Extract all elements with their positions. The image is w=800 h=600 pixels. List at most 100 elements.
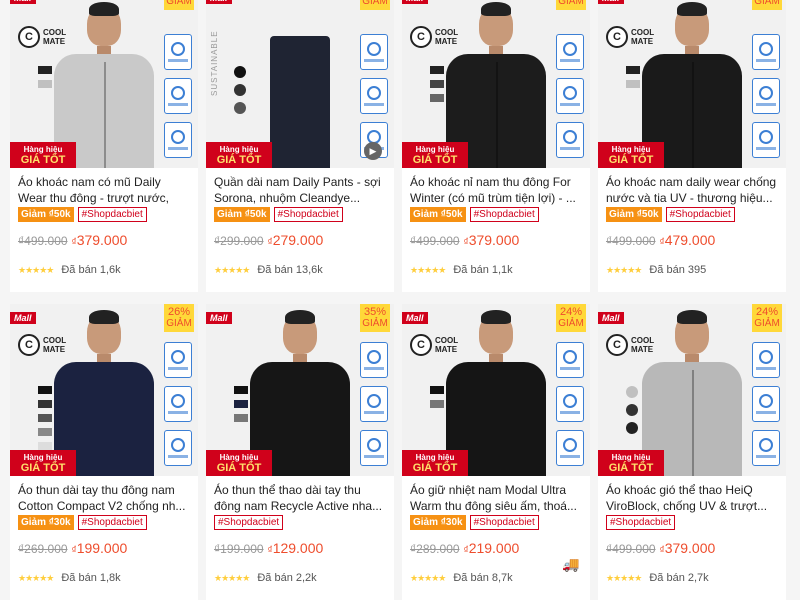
original-price: ₫499.000 <box>606 542 656 556</box>
sale-price: ₫379.000 <box>463 232 520 248</box>
exchange-badge-icon <box>752 386 780 422</box>
product-card[interactable]: Mall 26% GIẢM C COOL MATE Hàng hiệu GIÁ TỐ… <box>10 304 198 600</box>
genuine-badge-icon <box>556 430 584 466</box>
color-swatch <box>234 386 248 394</box>
product-title[interactable]: Áo thun thể thao dài tay thu đông nam Re… <box>214 482 386 514</box>
coolmate-logo: C COOL MATE <box>606 334 654 356</box>
genuine-badge-icon <box>752 430 780 466</box>
sold-count: Đã bán 8,7k <box>453 572 513 584</box>
brand-sale-banner: Hàng hiệu GIÁ TỐT <box>206 142 272 168</box>
mall-badge: Mall <box>402 0 428 4</box>
brand-sale-banner: Hàng hiệu GIÁ TỐT <box>10 450 76 476</box>
sale-price: ₫379.000 <box>71 232 128 248</box>
star-rating-icon: ★★★★★ <box>410 572 446 583</box>
discount-badge: 24% GIẢM <box>556 304 586 332</box>
product-tags: Giảm ₫50k #Shopdacbiet <box>410 207 539 222</box>
price-row: ₫299.000 ₫279.000 <box>214 232 323 248</box>
product-title[interactable]: Áo khoác nam có mũ Daily Wear thu đông -… <box>18 174 190 206</box>
hashtag-tag: #Shopdacbiet <box>469 515 539 530</box>
hashtag-tag: #Shopdacbiet <box>273 207 343 222</box>
return-badge-icon <box>752 342 780 378</box>
price-row: ₫269.000 ₫199.000 <box>18 540 127 556</box>
color-swatch <box>234 102 246 114</box>
exchange-badge-icon <box>556 386 584 422</box>
product-tags: Giảm ₫30k #Shopdacbiet <box>410 515 539 530</box>
product-title[interactable]: Áo khoác nam daily wear chống nước và ti… <box>606 174 778 206</box>
product-image: Mall GIẢM CCOOLMATE Hàng hiệu GIÁ TỐT <box>598 0 786 168</box>
product-tags: Giảm ₫50k #Shopdacbiet <box>18 207 147 222</box>
discount-voucher-tag: Giảm ₫30k <box>410 515 466 530</box>
product-image: Mall GIẢM SUSTAINABLE ▶ Hàng hiệu GIÁ TỐT <box>206 0 394 168</box>
original-price: ₫289.000 <box>410 542 460 556</box>
original-price: ₫299.000 <box>214 234 264 248</box>
color-swatch <box>234 414 248 422</box>
original-price: ₫199.000 <box>214 542 264 556</box>
product-image: Mall GIẢM CCOOLMATE Hàng hiệu GIÁ TỐT <box>10 0 198 168</box>
rating-row: ★★★★★ Đã bán 8,7k <box>410 572 513 584</box>
product-title[interactable]: Áo khoác nỉ nam thu đông For Winter (có … <box>410 174 582 206</box>
color-swatch <box>38 80 52 88</box>
color-swatch <box>626 386 638 398</box>
product-card[interactable]: Mall GIẢM SUSTAINABLE ▶ Hàng hiệu GIÁ TỐT… <box>206 0 394 292</box>
exchange-badge-icon <box>752 78 780 114</box>
price-row: ₫499.000 ₫379.000 <box>18 232 127 248</box>
return-badge-icon <box>360 34 388 70</box>
sold-count: Đã bán 2,7k <box>649 572 709 584</box>
discount-voucher-tag: Giảm ₫50k <box>18 207 74 222</box>
exchange-badge-icon <box>360 78 388 114</box>
genuine-badge-icon <box>752 122 780 158</box>
color-swatch <box>430 80 444 88</box>
product-tags: #Shopdacbiet <box>214 515 284 530</box>
hashtag-tag: #Shopdacbiet <box>77 515 147 530</box>
return-badge-icon <box>164 34 192 70</box>
color-swatch <box>234 84 246 96</box>
color-swatch <box>626 404 638 416</box>
product-card[interactable]: Mall GIẢM CCOOLMATE Hàng hiệu GIÁ TỐT Áo… <box>10 0 198 292</box>
product-title[interactable]: Áo thun dài tay thu đông nam Cotton Comp… <box>18 482 190 514</box>
color-swatch <box>430 94 444 102</box>
brand-sale-banner: Hàng hiệu GIÁ TỐT <box>10 142 76 168</box>
price-row: ₫499.000 ₫379.000 <box>606 540 715 556</box>
brand-sale-banner: Hàng hiệu GIÁ TỐT <box>206 450 272 476</box>
brand-sale-banner: Hàng hiệu GIÁ TỐT <box>402 142 468 168</box>
product-card[interactable]: Mall 35% GIẢM Hàng hiệu GIÁ TỐT Áo thun … <box>206 304 394 600</box>
mall-badge: Mall <box>10 0 36 4</box>
product-title[interactable]: Quần dài nam Daily Pants - sợi Sorona, n… <box>214 174 386 206</box>
sale-price: ₫279.000 <box>267 232 324 248</box>
discount-badge: GIẢM <box>164 0 194 10</box>
discount-badge: 35% GIẢM <box>360 304 390 332</box>
genuine-badge-icon <box>556 122 584 158</box>
discount-badge: GIẢM <box>556 0 586 10</box>
product-title[interactable]: Áo khoác gió thể thao HeiQ ViroBlock, ch… <box>606 482 778 514</box>
coolmate-logo: C COOL MATE <box>410 26 458 48</box>
color-swatches <box>430 386 444 408</box>
product-card[interactable]: Mall GIẢM CCOOLMATE Hàng hiệu GIÁ TỐT Áo… <box>598 0 786 292</box>
product-image: Mall 24% GIẢM C COOL MATE Hàng hiệu GIÁ TỐ… <box>598 304 786 476</box>
play-icon[interactable]: ▶ <box>364 142 382 160</box>
product-image: Mall 35% GIẢM Hàng hiệu GIÁ TỐT <box>206 304 394 476</box>
service-badges <box>556 342 584 466</box>
color-swatches <box>234 386 248 422</box>
color-swatch <box>626 66 640 74</box>
service-badges <box>556 34 584 158</box>
hashtag-tag: #Shopdacbiet <box>77 207 147 222</box>
sold-count: Đã bán 1,8k <box>61 572 121 584</box>
sale-price: ₫379.000 <box>659 540 716 556</box>
mall-badge: Mall <box>598 312 624 324</box>
product-card[interactable]: Mall GIẢM CCOOLMATE Hàng hiệu GIÁ TỐT Áo… <box>402 0 590 292</box>
product-title[interactable]: Áo giữ nhiệt nam Modal Ultra Warm thu đô… <box>410 482 582 514</box>
color-swatch <box>626 422 638 434</box>
brand-sale-banner: Hàng hiệu GIÁ TỐT <box>598 142 664 168</box>
star-rating-icon: ★★★★★ <box>214 572 250 583</box>
coolmate-logo: C COOL MATE <box>606 26 654 48</box>
exchange-badge-icon <box>556 78 584 114</box>
star-rating-icon: ★★★★★ <box>18 264 54 275</box>
rating-row: ★★★★★ Đã bán 1,1k <box>410 264 513 276</box>
price-row: ₫199.000 ₫129.000 <box>214 540 323 556</box>
color-swatches <box>234 66 246 114</box>
original-price: ₫499.000 <box>410 234 460 248</box>
return-badge-icon <box>164 342 192 378</box>
rating-row: ★★★★★ Đã bán 1,8k <box>18 572 121 584</box>
mall-badge: Mall <box>598 0 624 4</box>
star-rating-icon: ★★★★★ <box>410 264 446 275</box>
